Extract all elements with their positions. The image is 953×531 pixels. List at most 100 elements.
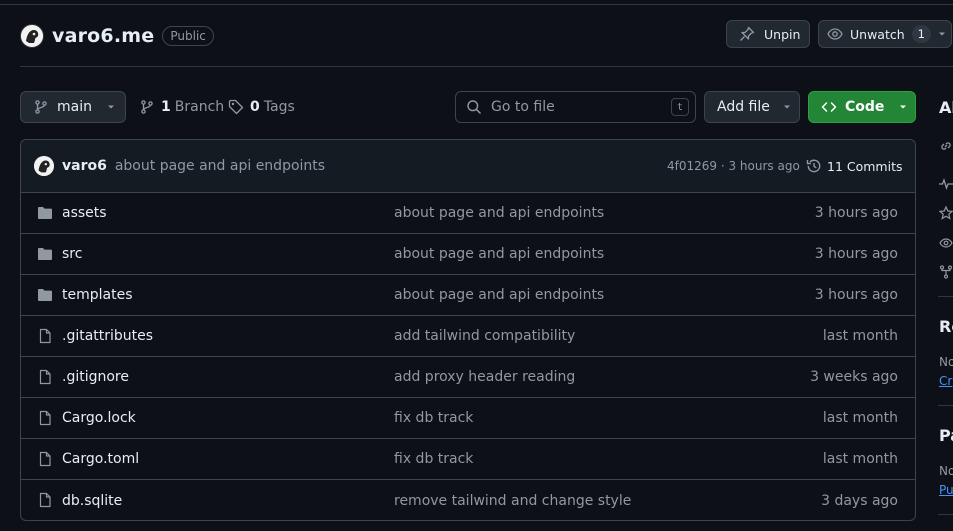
tag-count: 0: [250, 99, 260, 115]
file-row[interactable]: db.sqlite remove tailwind and change styl…: [21, 480, 915, 520]
file-commit-time: last month: [822, 328, 898, 344]
chevron-down-icon: [900, 105, 907, 109]
star-icon[interactable]: [939, 206, 953, 220]
folder-icon: [38, 248, 52, 260]
tag-icon: [228, 99, 244, 115]
folder-icon: [38, 207, 52, 219]
file-icon: [39, 451, 51, 467]
go-to-file-input[interactable]: Go to file t: [455, 91, 696, 123]
file-commit-message[interactable]: about page and api endpoints: [394, 246, 604, 262]
file-commit-time: last month: [822, 410, 898, 426]
file-browser: varo6 about page and api endpoints 4f012…: [20, 139, 916, 521]
top-border: [0, 4, 953, 5]
keyboard-shortcut-hint: t: [671, 98, 689, 116]
pin-icon: [740, 26, 755, 41]
file-name[interactable]: templates: [62, 287, 133, 303]
unwatch-button[interactable]: Unwatch 1: [818, 20, 952, 48]
file-commit-message[interactable]: add tailwind compatibility: [394, 328, 575, 344]
add-file-label: Add file: [717, 99, 770, 115]
code-button[interactable]: Code: [808, 91, 916, 123]
branch-selector[interactable]: main: [20, 91, 126, 123]
repo-header: varo6.me Public Unpin Unwatch 1: [20, 20, 953, 52]
file-name[interactable]: src: [62, 246, 82, 262]
pulse-icon[interactable]: [939, 177, 953, 191]
file-row[interactable]: .gitignore add proxy header reading 3 week…: [21, 357, 915, 398]
go-to-file-placeholder: Go to file: [491, 99, 555, 115]
file-list: assets about page and api endpoints 3 hour…: [21, 193, 915, 520]
file-row[interactable]: templates about page and api endpoints 3 h…: [21, 275, 915, 316]
file-icon: [39, 369, 51, 385]
branch-count: 1: [161, 99, 171, 115]
file-name[interactable]: db.sqlite: [62, 493, 122, 509]
eye-icon[interactable]: [939, 236, 953, 250]
commits-history-link[interactable]: 11 Commits: [806, 158, 903, 174]
unpin-label: Unpin: [764, 26, 801, 42]
file-name[interactable]: Cargo.toml: [62, 451, 139, 467]
publish-package-link[interactable]: Pu: [939, 483, 953, 497]
visibility-badge: Public: [162, 26, 214, 46]
packages-heading[interactable]: Pa: [939, 426, 953, 445]
tag-label: Tags: [263, 99, 295, 115]
eye-icon: [827, 28, 843, 40]
link-icon[interactable]: [939, 139, 953, 153]
file-name[interactable]: .gitattributes: [62, 328, 153, 344]
about-heading: Ab: [939, 98, 953, 117]
file-commit-message[interactable]: remove tailwind and change style: [394, 493, 631, 509]
sidebar-divider: [938, 514, 953, 515]
commits-count-label: 11 Commits: [827, 158, 903, 174]
chevron-down-icon: [107, 105, 114, 109]
file-commit-time: 3 hours ago: [814, 205, 898, 221]
branches-link[interactable]: 1 Branch: [139, 91, 224, 123]
branch-label: Branch: [174, 99, 225, 115]
header-divider: [20, 66, 953, 67]
file-name[interactable]: Cargo.lock: [62, 410, 136, 426]
code-icon: [821, 102, 837, 112]
file-commit-message[interactable]: fix db track: [394, 451, 473, 467]
author-avatar[interactable]: [34, 156, 54, 176]
sidebar-divider: [938, 296, 953, 297]
search-icon: [467, 100, 482, 115]
repo-name[interactable]: varo6.me: [52, 25, 154, 47]
commit-message[interactable]: about page and api endpoints: [115, 158, 325, 174]
packages-note: No: [939, 464, 953, 478]
file-commit-time: 3 weeks ago: [810, 369, 898, 385]
commit-hash-time[interactable]: 4f01269 · 3 hours ago: [667, 159, 800, 173]
history-icon: [806, 159, 821, 173]
file-commit-time: 3 hours ago: [814, 287, 898, 303]
file-commit-time: 3 days ago: [821, 492, 898, 509]
file-name[interactable]: .gitignore: [62, 369, 129, 385]
commit-author[interactable]: varo6: [62, 158, 107, 174]
latest-commit-bar: varo6 about page and api endpoints 4f012…: [21, 140, 915, 193]
file-row[interactable]: assets about page and api endpoints 3 hour…: [21, 193, 915, 234]
file-commit-message[interactable]: about page and api endpoints: [394, 287, 604, 303]
file-row[interactable]: .gitattributes add tailwind compatibility…: [21, 316, 915, 357]
git-branch-icon: [35, 100, 47, 114]
watch-count: 1: [911, 25, 931, 43]
add-file-button[interactable]: Add file: [704, 91, 800, 123]
code-label: Code: [845, 99, 885, 115]
file-icon: [39, 410, 51, 426]
unpin-button[interactable]: Unpin: [726, 20, 810, 48]
releases-heading[interactable]: Re: [939, 317, 953, 336]
file-row[interactable]: Cargo.lock fix db track last month: [21, 398, 915, 439]
create-release-link[interactable]: Cr: [939, 374, 952, 388]
file-commit-time: 3 hours ago: [814, 246, 898, 262]
file-row[interactable]: Cargo.toml fix db track last month: [21, 439, 915, 480]
git-branch-icon: [141, 100, 153, 114]
owner-avatar[interactable]: [20, 24, 44, 48]
file-commit-message[interactable]: fix db track: [394, 410, 473, 426]
chevron-down-icon: [783, 105, 790, 109]
sidebar-divider: [938, 405, 953, 406]
tags-link[interactable]: 0 Tags: [228, 91, 295, 123]
folder-icon: [38, 289, 52, 301]
file-icon: [39, 492, 51, 508]
file-icon: [39, 328, 51, 344]
fork-icon[interactable]: [939, 265, 953, 279]
file-commit-time: last month: [822, 451, 898, 467]
unwatch-label: Unwatch: [850, 26, 905, 42]
file-commit-message[interactable]: add proxy header reading: [394, 369, 575, 385]
file-commit-message[interactable]: about page and api endpoints: [394, 205, 604, 221]
file-row[interactable]: src about page and api endpoints 3 hours a…: [21, 234, 915, 275]
file-name[interactable]: assets: [62, 205, 107, 221]
about-sidebar: Ab Re No Cr Pa No Pu: [938, 0, 953, 531]
